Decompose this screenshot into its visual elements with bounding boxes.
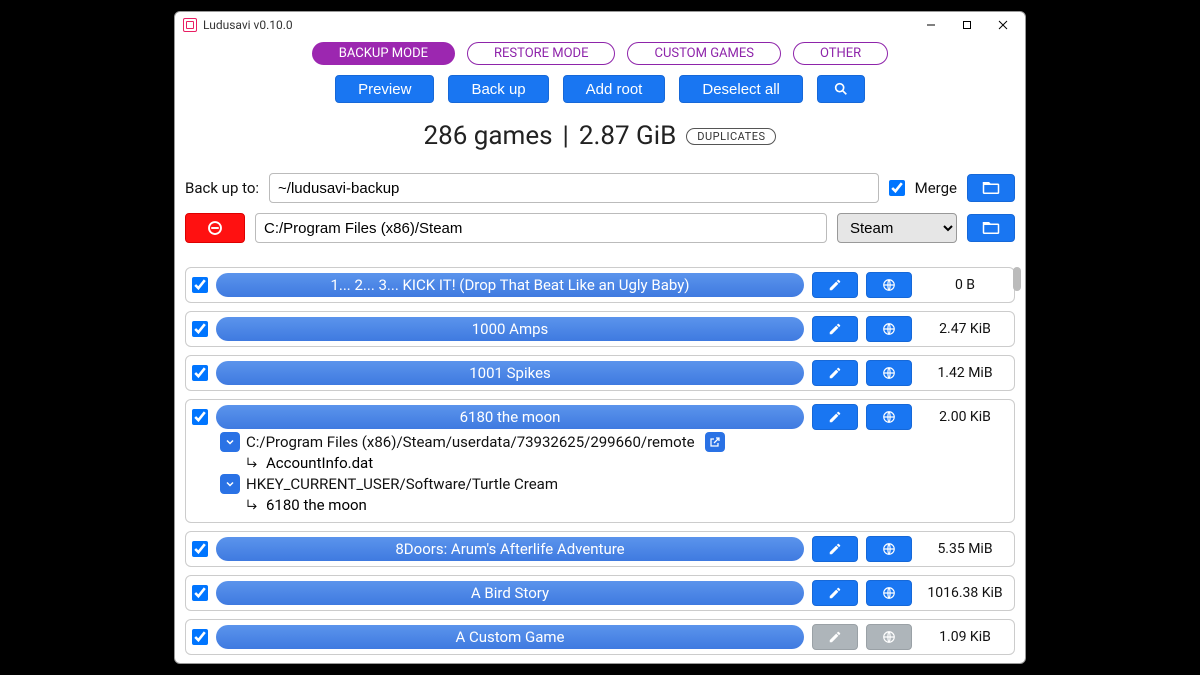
game-size: 1.09 KiB — [920, 629, 1010, 645]
collapse-icon[interactable] — [220, 474, 240, 494]
browse-backup-folder-button[interactable] — [967, 174, 1015, 202]
edit-game-button[interactable] — [812, 624, 858, 650]
game-list: 1... 2... 3... KICK IT! (Drop That Beat … — [185, 267, 1015, 655]
game-web-button[interactable] — [866, 624, 912, 650]
game-size: 1016.38 KiB — [920, 585, 1010, 601]
summary: 286 games | 2.87 GiB DUPLICATES — [185, 121, 1015, 151]
search-button[interactable] — [817, 75, 865, 103]
app-window: Ludusavi v0.10.0 BACKUP MODE RESTORE MOD… — [174, 11, 1026, 664]
game-row-expanded: 6180 the moon 2.00 KiB C:/Program Files (x… — [185, 399, 1015, 523]
game-checkbox[interactable] — [192, 277, 208, 293]
mode-tabs: BACKUP MODE RESTORE MODE CUSTOM GAMES OT… — [185, 42, 1015, 65]
game-web-button[interactable] — [866, 404, 912, 430]
collapse-icon[interactable] — [220, 432, 240, 452]
summary-size: 2.87 GiB — [579, 121, 676, 151]
duplicates-badge[interactable]: DUPLICATES — [686, 128, 776, 145]
maximize-button[interactable] — [949, 13, 985, 37]
preview-button[interactable]: Preview — [335, 75, 434, 103]
detail-child: AccountInfo.dat — [266, 454, 373, 472]
game-title[interactable]: 8Doors: Arum's Afterlife Adventure — [216, 537, 804, 561]
sub-arrow-icon — [244, 497, 260, 513]
game-title[interactable]: 6180 the moon — [216, 405, 804, 429]
root-store-select[interactable]: Steam — [837, 213, 957, 243]
backup-to-row: Back up to: Merge — [185, 173, 1015, 203]
detail-path: HKEY_CURRENT_USER/Software/Turtle Cream — [246, 475, 558, 493]
main-content: BACKUP MODE RESTORE MODE CUSTOM GAMES OT… — [175, 38, 1025, 663]
root-row: Steam — [185, 213, 1015, 243]
scrollbar-thumb[interactable] — [1013, 267, 1021, 291]
game-web-button[interactable] — [866, 536, 912, 562]
game-title[interactable]: 1000 Amps — [216, 317, 804, 341]
detail-path: C:/Program Files (x86)/Steam/userdata/73… — [246, 433, 695, 451]
root-path-input[interactable] — [255, 213, 827, 243]
game-web-button[interactable] — [866, 580, 912, 606]
window-title: Ludusavi v0.10.0 — [203, 18, 293, 32]
game-checkbox[interactable] — [192, 409, 208, 425]
backup-to-label: Back up to: — [185, 179, 259, 197]
deselect-all-button[interactable]: Deselect all — [679, 75, 803, 103]
game-title[interactable]: 1001 Spikes — [216, 361, 804, 385]
summary-games: 286 games — [424, 121, 553, 151]
sub-arrow-icon — [244, 455, 260, 471]
close-button[interactable] — [985, 13, 1021, 37]
merge-label: Merge — [915, 179, 957, 197]
detail-child: 6180 the moon — [266, 496, 367, 514]
browse-root-folder-button[interactable] — [967, 214, 1015, 242]
game-web-button[interactable] — [866, 272, 912, 298]
game-checkbox[interactable] — [192, 629, 208, 645]
detail-child-row: 6180 the moon — [190, 496, 1010, 514]
app-logo-icon — [183, 18, 197, 32]
add-root-button[interactable]: Add root — [563, 75, 666, 103]
game-row: A Custom Game 1.09 KiB — [185, 619, 1015, 655]
merge-checkbox[interactable] — [889, 180, 905, 196]
edit-game-button[interactable] — [812, 404, 858, 430]
edit-game-button[interactable] — [812, 536, 858, 562]
detail-path-row: C:/Program Files (x86)/Steam/userdata/73… — [190, 430, 1010, 454]
edit-game-button[interactable] — [812, 272, 858, 298]
remove-root-button[interactable] — [185, 213, 245, 243]
edit-game-button[interactable] — [812, 360, 858, 386]
game-web-button[interactable] — [866, 360, 912, 386]
game-size: 1.42 MiB — [920, 365, 1010, 381]
game-title[interactable]: A Bird Story — [216, 581, 804, 605]
game-row: A Bird Story 1016.38 KiB — [185, 575, 1015, 611]
game-row: 8Doors: Arum's Afterlife Adventure 5.35 M… — [185, 531, 1015, 567]
game-title[interactable]: 1... 2... 3... KICK IT! (Drop That Beat … — [216, 273, 804, 297]
game-row: 1001 Spikes 1.42 MiB — [185, 355, 1015, 391]
game-checkbox[interactable] — [192, 541, 208, 557]
game-size: 2.00 KiB — [920, 409, 1010, 425]
game-checkbox[interactable] — [192, 365, 208, 381]
tab-custom-games[interactable]: CUSTOM GAMES — [627, 42, 781, 65]
tab-backup-mode[interactable]: BACKUP MODE — [312, 42, 455, 65]
edit-game-button[interactable] — [812, 316, 858, 342]
game-row: 1... 2... 3... KICK IT! (Drop That Beat … — [185, 267, 1015, 303]
open-external-icon[interactable] — [705, 432, 725, 452]
game-checkbox[interactable] — [192, 585, 208, 601]
game-web-button[interactable] — [866, 316, 912, 342]
summary-sep: | — [563, 121, 569, 151]
game-title[interactable]: A Custom Game — [216, 625, 804, 649]
game-row: 1000 Amps 2.47 KiB — [185, 311, 1015, 347]
titlebar: Ludusavi v0.10.0 — [175, 12, 1025, 38]
game-size: 0 B — [920, 277, 1010, 293]
backup-button[interactable]: Back up — [448, 75, 548, 103]
backup-path-input[interactable] — [269, 173, 879, 203]
tab-other[interactable]: OTHER — [793, 42, 888, 65]
edit-game-button[interactable] — [812, 580, 858, 606]
game-checkbox[interactable] — [192, 321, 208, 337]
detail-path-row: HKEY_CURRENT_USER/Software/Turtle Cream — [190, 472, 1010, 496]
game-size: 5.35 MiB — [920, 541, 1010, 557]
detail-child-row: AccountInfo.dat — [190, 454, 1010, 472]
game-size: 2.47 KiB — [920, 321, 1010, 337]
minimize-button[interactable] — [913, 13, 949, 37]
action-bar: Preview Back up Add root Deselect all — [185, 75, 1015, 103]
tab-restore-mode[interactable]: RESTORE MODE — [467, 42, 615, 65]
